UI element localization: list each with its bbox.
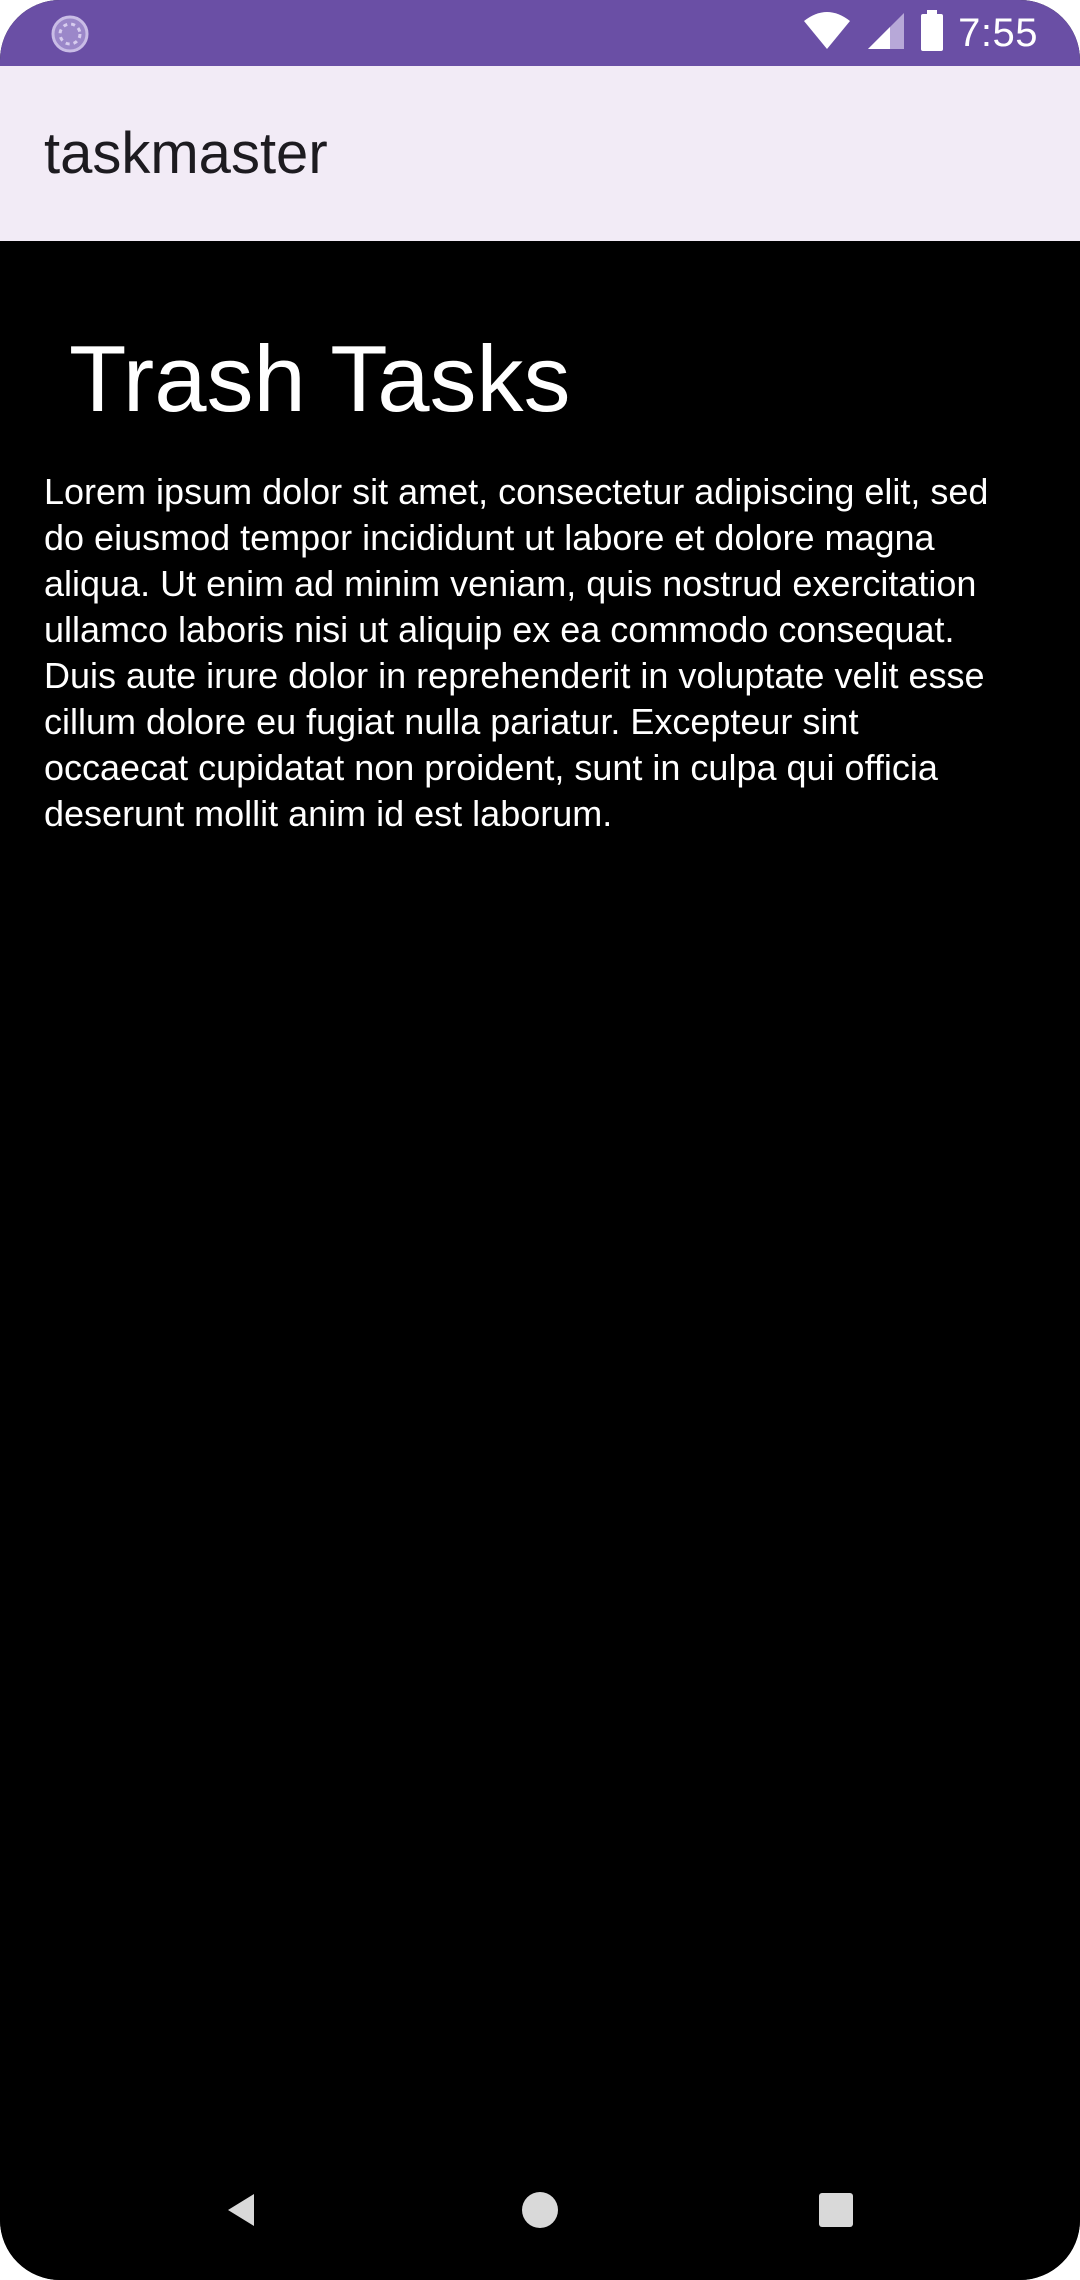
app-title: taskmaster xyxy=(44,121,328,186)
loading-indicator-icon xyxy=(50,14,90,54)
home-icon xyxy=(522,2192,558,2228)
navigation-bar xyxy=(0,2140,1080,2280)
app-bar: taskmaster xyxy=(0,66,1080,241)
recents-icon xyxy=(819,2193,853,2227)
back-button[interactable] xyxy=(202,2170,282,2250)
page-title: Trash Tasks xyxy=(69,326,571,431)
home-button[interactable] xyxy=(500,2170,580,2250)
body-text: Lorem ipsum dolor sit amet, consectetur … xyxy=(44,471,989,834)
status-time: 7:55 xyxy=(958,11,1038,55)
device-screen: 7:55 taskmaster Trash Tasks Lorem ipsum … xyxy=(0,0,1080,2280)
cellular-signal-icon xyxy=(866,11,906,56)
main-content: Trash Tasks Lorem ipsum dolor sit amet, … xyxy=(0,241,1080,2141)
back-icon xyxy=(228,2194,254,2226)
battery-icon xyxy=(920,9,944,57)
status-icons: 7:55 xyxy=(802,0,1080,66)
status-bar: 7:55 xyxy=(0,0,1080,66)
recents-button[interactable] xyxy=(796,2170,876,2250)
wifi-icon xyxy=(802,11,852,56)
